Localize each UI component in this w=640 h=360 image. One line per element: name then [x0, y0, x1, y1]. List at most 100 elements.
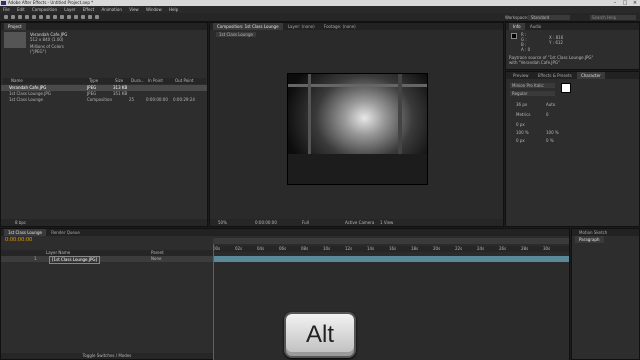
timeline-track-area[interactable]: 00s 02s 04s 06s 08s 10s 12s 14s 16s 18s …: [213, 236, 569, 360]
menu-view[interactable]: View: [129, 7, 139, 12]
hand-tool-icon[interactable]: [11, 15, 15, 19]
clone-tool-icon[interactable]: [74, 15, 78, 19]
baseline-shift-field[interactable]: 0 px: [516, 138, 525, 143]
puppet-tool-icon[interactable]: [95, 15, 99, 19]
roto-brush-tool-icon[interactable]: [88, 15, 92, 19]
item-duration: 25: [129, 97, 135, 102]
zoom-select[interactable]: 50%: [218, 219, 227, 226]
pen-tool-icon[interactable]: [53, 15, 57, 19]
item-out-point: 0:00:29:24: [173, 97, 195, 102]
tab-motion-sketch[interactable]: Motion Sketch: [575, 229, 611, 236]
info-panel: Info Audio R : G : B : A : 0 X : 816 Y :…: [505, 22, 640, 70]
search-help-input[interactable]: Search Help: [590, 15, 636, 20]
ruler-label: 28s: [521, 246, 529, 251]
menu-layer[interactable]: Layer: [64, 7, 75, 12]
tab-info[interactable]: Info: [509, 23, 525, 30]
workspace-label: Workspace:: [505, 15, 529, 20]
rotate-tool-icon[interactable]: [25, 15, 29, 19]
menu-help[interactable]: Help: [169, 7, 178, 12]
comp-timecode[interactable]: 0:00:00:00: [255, 219, 277, 226]
alt-key-overlay: Alt: [284, 312, 356, 358]
tab-project[interactable]: Project: [4, 23, 26, 30]
menu-edit[interactable]: Edit: [17, 7, 25, 12]
camera-tool-icon[interactable]: [32, 15, 36, 19]
menu-window[interactable]: Window: [146, 7, 162, 12]
tools-bar: Workspace: Standard Search Help: [0, 13, 640, 22]
leading-field[interactable]: Auto: [546, 102, 555, 107]
ruler-label: 12s: [345, 246, 353, 251]
composition-image[interactable]: [287, 73, 428, 185]
tsume-field[interactable]: 0 %: [546, 138, 554, 143]
tab-timeline-comp[interactable]: 1st Class Lounge: [4, 229, 46, 236]
selection-tool-icon[interactable]: [4, 15, 8, 19]
work-area-bar[interactable]: [213, 238, 569, 244]
font-style-select[interactable]: Regular: [510, 91, 555, 96]
item-in-point: 0:00:00:00: [146, 97, 168, 102]
pan-behind-tool-icon[interactable]: [39, 15, 43, 19]
workspace-select[interactable]: Standard: [528, 15, 570, 20]
menu-composition[interactable]: Composition: [32, 7, 57, 12]
font-family-select[interactable]: Minion Pro Italic: [510, 83, 555, 88]
col-duration[interactable]: Dura...: [131, 78, 145, 84]
menu-effect[interactable]: Effect: [83, 7, 95, 12]
tab-paragraph[interactable]: Paragraph: [575, 236, 604, 243]
ruler-label: 06s: [279, 246, 287, 251]
parent-select[interactable]: None: [151, 256, 161, 262]
kerning-field[interactable]: Metrics: [516, 112, 531, 117]
comp-subtab[interactable]: 1st Class Lounge: [216, 32, 256, 37]
motion-sketch-panel: Motion Sketch Paragraph: [571, 228, 640, 360]
col-type[interactable]: Type: [89, 78, 98, 84]
project-footer: 8 bpc: [1, 219, 207, 226]
menu-file[interactable]: File: [3, 7, 10, 12]
thumbnail: [4, 32, 26, 48]
tab-footage[interactable]: Footage: (none): [320, 23, 360, 30]
tab-layer[interactable]: Layer: (none): [284, 23, 319, 30]
tab-render-queue[interactable]: Render Queue: [47, 229, 84, 236]
fill-color-swatch[interactable]: [561, 83, 571, 93]
project-panel: Project Verandah Cafe.JPG 512 x 840 (1.0…: [0, 22, 208, 227]
tab-audio[interactable]: Audio: [526, 23, 545, 30]
info-desc: with "Verandah Cafe.JPG": [509, 60, 560, 65]
tab-composition[interactable]: Composition: 1st Class Lounge: [213, 23, 283, 30]
bit-depth-button[interactable]: 8 bpc: [15, 220, 26, 225]
font-size-field[interactable]: 36 px: [516, 102, 527, 107]
ruler-label: 00s: [213, 246, 221, 251]
app-logo-icon: [1, 1, 6, 5]
tab-preview[interactable]: Preview: [509, 72, 533, 79]
layer-row[interactable]: 1 [1st Class Lounge.JPG] None: [1, 256, 213, 264]
playhead[interactable]: [213, 244, 214, 360]
selected-item-dimensions: 512 x 840 (1.00): [30, 37, 64, 42]
brush-tool-icon[interactable]: [67, 15, 71, 19]
info-y: Y : 612: [549, 40, 563, 45]
ruler-label: 04s: [257, 246, 265, 251]
col-out-point[interactable]: Out Point: [175, 78, 193, 84]
views-select[interactable]: 1 View: [380, 219, 393, 226]
ruler-label: 08s: [301, 246, 309, 251]
timeline-timecode[interactable]: 0:00:00:00: [5, 237, 32, 243]
tracking-field[interactable]: 0: [546, 112, 549, 117]
time-ruler[interactable]: 00s 02s 04s 06s 08s 10s 12s 14s 16s 18s …: [213, 246, 569, 252]
layer-number: 1: [34, 256, 37, 261]
col-in-point[interactable]: In Point: [148, 78, 163, 84]
toggle-switches-modes-button[interactable]: Toggle Switches / Modes: [83, 353, 132, 358]
camera-select[interactable]: Active Camera: [345, 219, 374, 226]
type-tool-icon[interactable]: [60, 15, 64, 19]
menu-animation[interactable]: Animation: [102, 7, 122, 12]
vertical-scale-field[interactable]: 100 %: [516, 130, 529, 135]
resolution-select[interactable]: Full: [302, 219, 309, 226]
layer-duration-bar[interactable]: [213, 256, 569, 262]
comp-footer: 50% 0:00:00:00 Full Active Camera 1 View: [210, 219, 503, 226]
layer-name[interactable]: [1st Class Lounge.JPG]: [49, 256, 101, 264]
tab-effects-presets[interactable]: Effects & Presets: [534, 72, 576, 79]
tab-character[interactable]: Character: [576, 72, 605, 79]
zoom-tool-icon[interactable]: [18, 15, 22, 19]
eraser-tool-icon[interactable]: [81, 15, 85, 19]
ruler-label: 18s: [411, 246, 419, 251]
col-name[interactable]: Name: [11, 78, 23, 84]
horizontal-scale-field[interactable]: 100 %: [546, 130, 559, 135]
col-size[interactable]: Size: [115, 78, 123, 84]
mask-tool-icon[interactable]: [46, 15, 50, 19]
item-type: Composition: [87, 97, 112, 102]
stroke-width-field[interactable]: 0 px: [516, 122, 525, 127]
project-item[interactable]: 1st Class Lounge Composition 25 0:00:00:…: [1, 97, 207, 103]
